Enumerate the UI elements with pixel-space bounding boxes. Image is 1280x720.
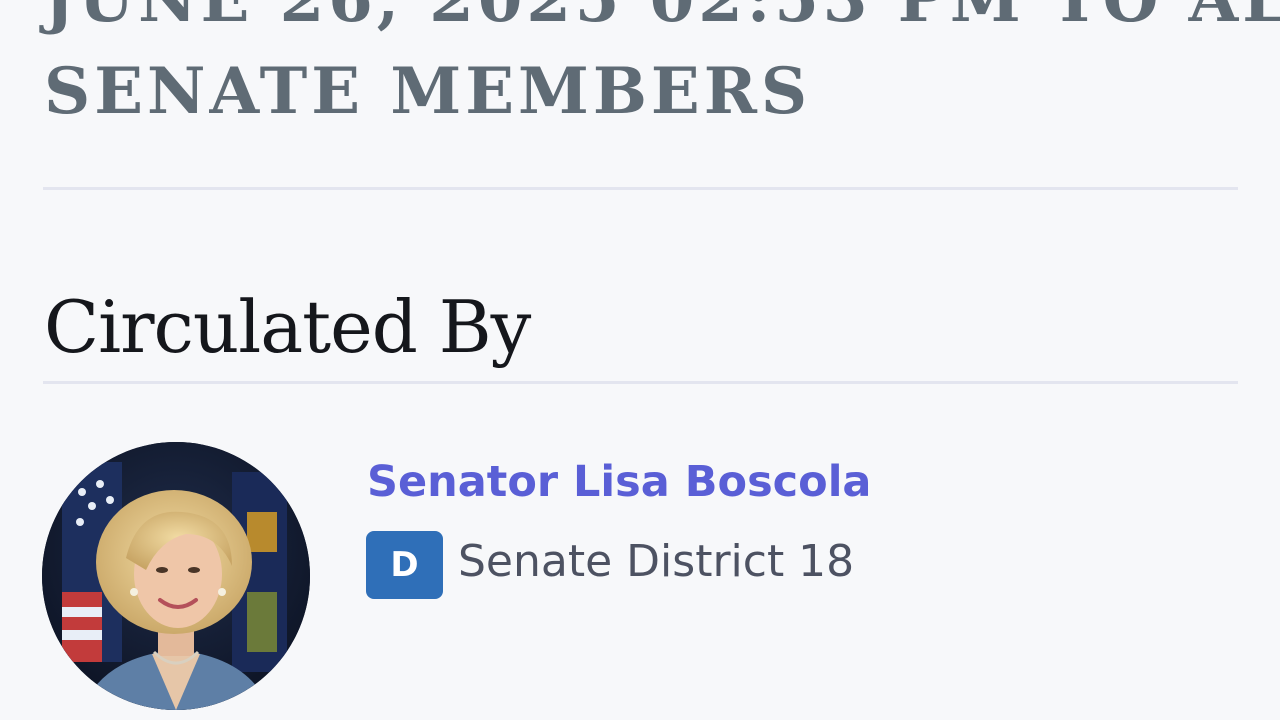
memo-meta-line-1: JUNE 26, 2025 02:53 PM TO ALL: [44, 0, 1280, 46]
portrait-photo: [42, 442, 310, 710]
divider: [43, 187, 1238, 190]
senator-name-link[interactable]: Senator Lisa Boscola: [367, 452, 871, 512]
divider: [43, 381, 1238, 384]
memo-page: JUNE 26, 2025 02:53 PM TO ALL SENATE MEM…: [0, 0, 1280, 720]
senate-district: Senate District 18: [458, 536, 855, 587]
section-heading: Circulated By: [44, 285, 531, 369]
senator-avatar[interactable]: [42, 442, 310, 710]
party-badge: D: [366, 531, 443, 599]
memo-meta-line-2: SENATE MEMBERS: [44, 54, 812, 129]
memo-meta: JUNE 26, 2025 02:53 PM TO ALL SENATE MEM…: [44, 0, 1280, 138]
